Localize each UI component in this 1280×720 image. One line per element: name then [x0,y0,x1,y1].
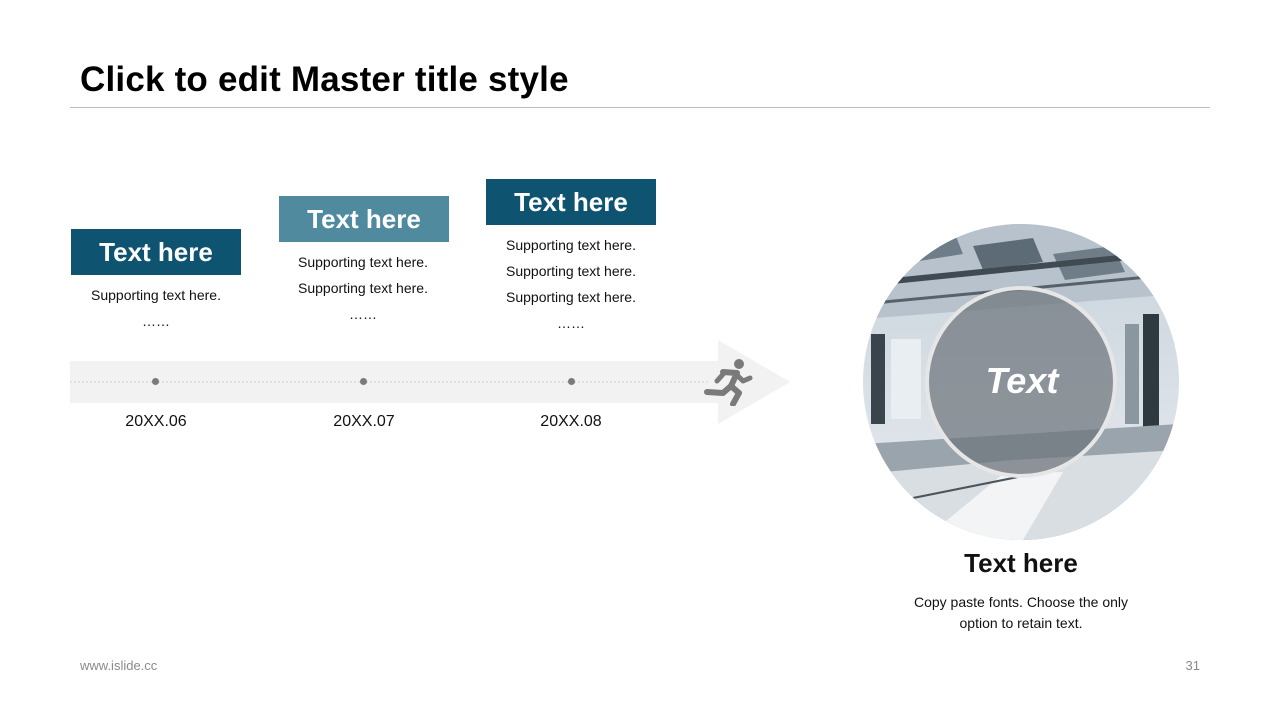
step-3-support-line-1: Supporting text here. [506,237,636,253]
step-1-tag: Text here [71,229,241,275]
step-1-date: 20XX.06 [125,413,187,430]
photo-overlay-text: Text [985,360,1059,401]
step-2-support-line-3: …… [349,306,377,322]
card-title: Text here [964,548,1078,578]
step-2-tag: Text here [279,196,449,242]
step-3-date: 20XX.08 [540,413,602,430]
step-1-dot [152,378,159,385]
timeline: Text here Supporting text here. …… 20XX.… [0,0,800,460]
footer-website: www.islide.cc [80,658,158,673]
step-3-support-line-4: …… [557,315,585,331]
step-1-support-line-2: …… [142,313,170,329]
step-2-date: 20XX.07 [333,413,395,430]
step-2-support: Supporting text here. Supporting text he… [263,249,463,327]
step-3-support: Supporting text here. Supporting text he… [471,232,671,336]
step-3-support-line-2: Supporting text here. [506,263,636,279]
card-description-line-2: option to retain text. [959,615,1083,631]
step-3-dot [568,378,575,385]
step-2-dot [360,378,367,385]
step-3-tag: Text here [486,179,656,225]
step-1-support: Supporting text here. …… [56,282,256,334]
card-description: Copy paste fonts. Choose the only option… [880,592,1162,634]
step-3-support-line-3: Supporting text here. [506,289,636,305]
timeline-arrow [70,340,790,424]
running-person-icon [704,359,753,406]
page-number: 31 [1185,658,1200,673]
step-2-support-line-1: Supporting text here. [298,254,428,270]
step-2-support-line-2: Supporting text here. [298,280,428,296]
card-description-line-1: Copy paste fonts. Choose the only [913,594,1129,610]
step-1-support-line-1: Supporting text here. [91,287,221,303]
